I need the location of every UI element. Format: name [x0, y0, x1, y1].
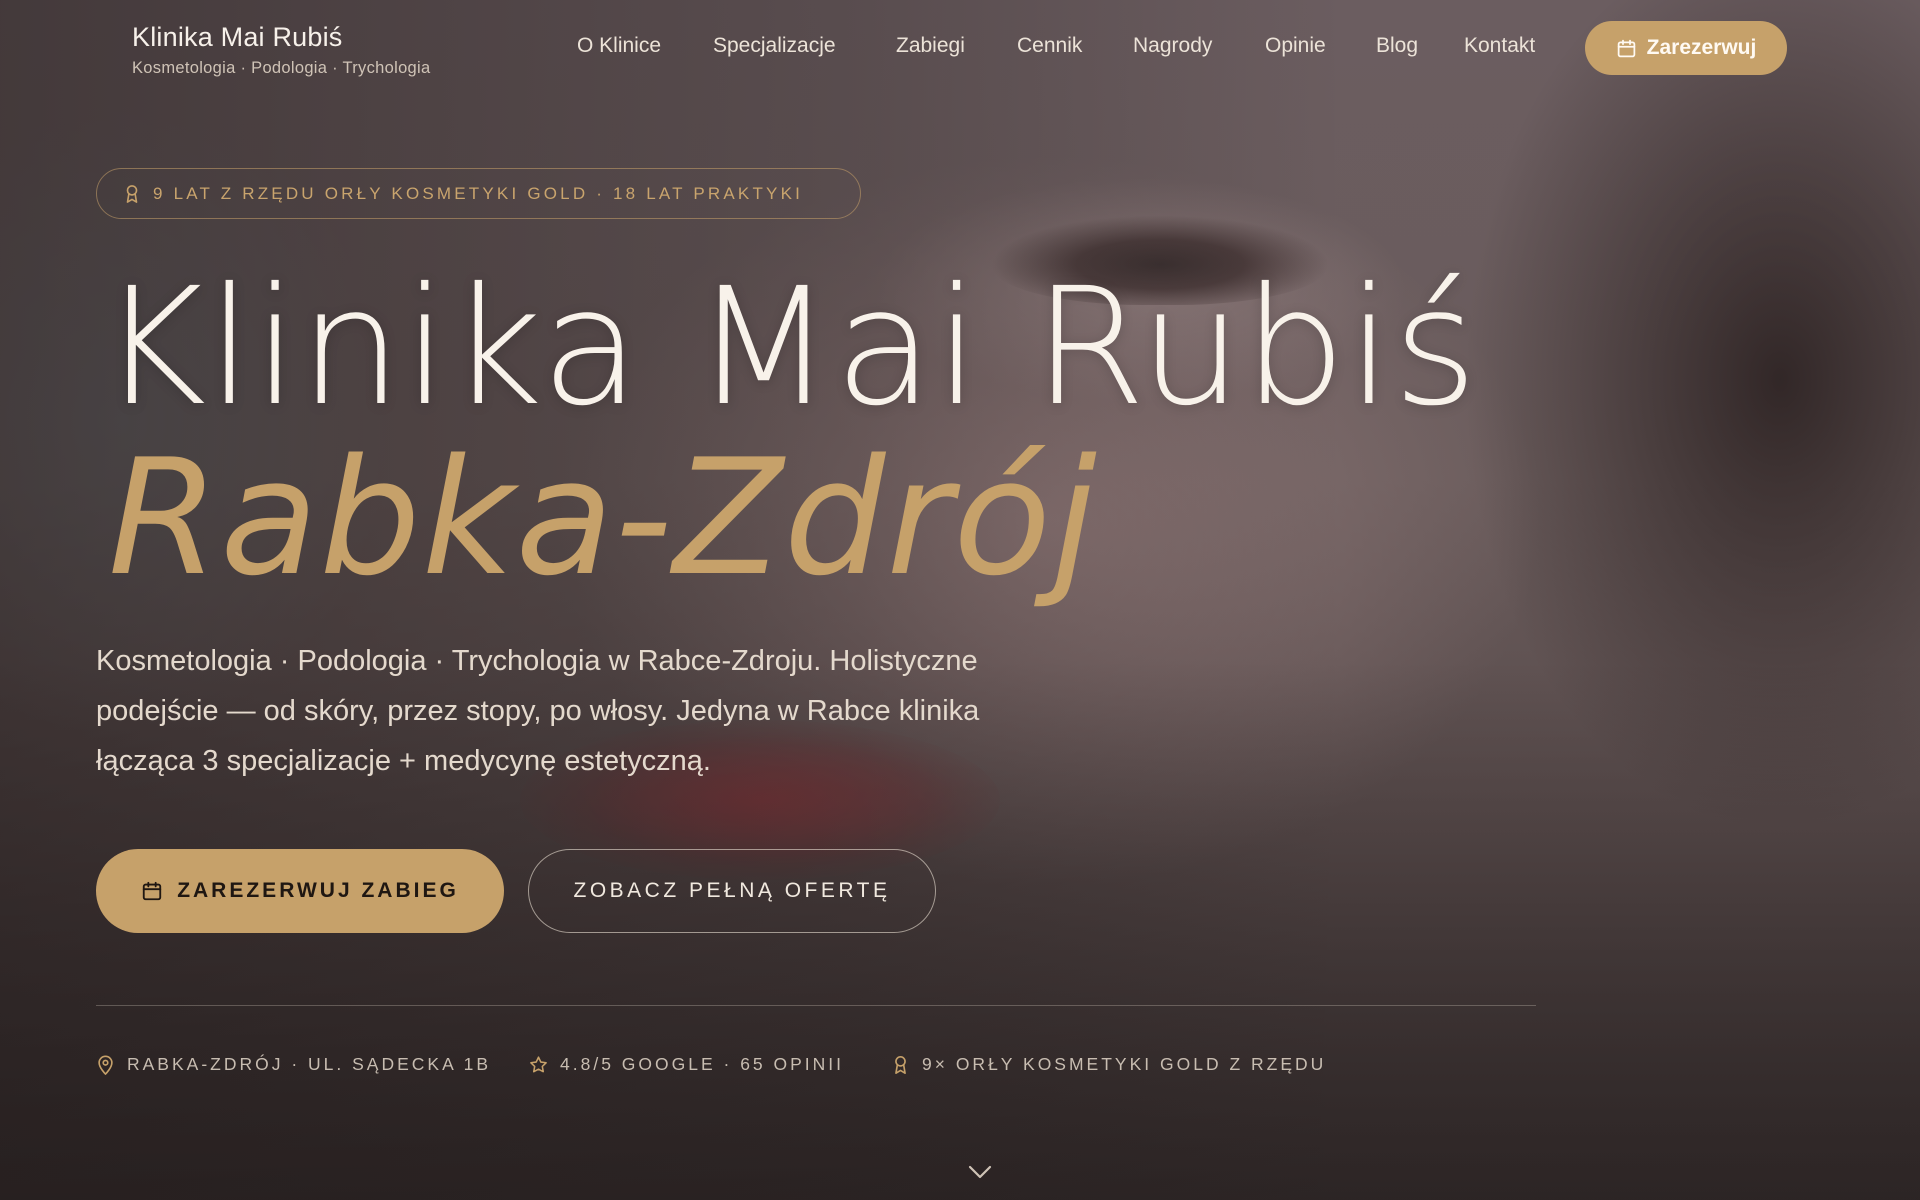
fact-address-text: RABKA-ZDRÓJ · UL. SĄDECKA 1B — [127, 1054, 492, 1074]
fact-address: RABKA-ZDRÓJ · UL. SĄDECKA 1B — [96, 1054, 491, 1075]
nav-item-cennik[interactable]: Cennik — [1017, 34, 1082, 58]
award-icon — [123, 184, 141, 204]
nav-item-o-klinice[interactable]: O Klinice — [577, 34, 661, 58]
site-header: Klinika Mai Rubiś Kosmetologia · Podolog… — [0, 0, 1920, 96]
calendar-icon — [141, 880, 163, 902]
awards-badge-text: 9 LAT Z RZĘDU ORŁY KOSMETYKI GOLD · 18 L… — [153, 183, 804, 203]
nav-item-opinie[interactable]: Opinie — [1265, 34, 1326, 58]
book-treatment-label: ZAREZERWUJ ZABIEG — [177, 879, 459, 902]
calendar-icon — [1616, 38, 1637, 59]
book-treatment-button[interactable]: ZAREZERWUJ ZABIEG — [96, 849, 504, 933]
nav-item-blog[interactable]: Blog — [1376, 34, 1418, 58]
hero-facts: RABKA-ZDRÓJ · UL. SĄDECKA 1B 4.8/5 GOOGL… — [96, 1054, 1536, 1080]
hero-title-location: Rabka-Zdrój — [108, 424, 1098, 611]
awards-badge: 9 LAT Z RZĘDU ORŁY KOSMETYKI GOLD · 18 L… — [96, 168, 861, 219]
nav-item-nagrody[interactable]: Nagrody — [1133, 34, 1212, 58]
nav-item-zabiegi[interactable]: Zabiegi — [896, 34, 965, 58]
chevron-down-icon[interactable] — [966, 1162, 994, 1182]
fact-awards: 9× ORŁY KOSMETYKI GOLD Z RZĘDU — [891, 1054, 1326, 1075]
book-button-header[interactable]: Zarezerwuj — [1585, 21, 1787, 75]
full-offer-button[interactable]: ZOBACZ PEŁNĄ OFERTĘ — [528, 849, 936, 933]
fact-rating: 4.8/5 GOOGLE · 65 OPINII — [529, 1054, 844, 1075]
fact-rating-text: 4.8/5 GOOGLE · 65 OPINII — [560, 1054, 845, 1074]
nav-item-kontakt[interactable]: Kontakt — [1464, 34, 1535, 58]
fact-awards-text: 9× ORŁY KOSMETYKI GOLD Z RZĘDU — [922, 1054, 1327, 1074]
map-pin-icon — [96, 1055, 115, 1075]
full-offer-label: ZOBACZ PEŁNĄ OFERTĘ — [573, 879, 891, 902]
hero-title: Klinika Mai Rubiś — [100, 254, 1479, 442]
nav-item-specjalizacje[interactable]: Specjalizacje — [713, 34, 836, 58]
star-icon — [529, 1055, 548, 1075]
book-button-header-label: Zarezerwuj — [1646, 36, 1757, 59]
hero-lead: Kosmetologia · Podologia · Trychologia w… — [96, 645, 980, 777]
award-icon — [891, 1055, 910, 1075]
hero-divider — [96, 1005, 1536, 1006]
